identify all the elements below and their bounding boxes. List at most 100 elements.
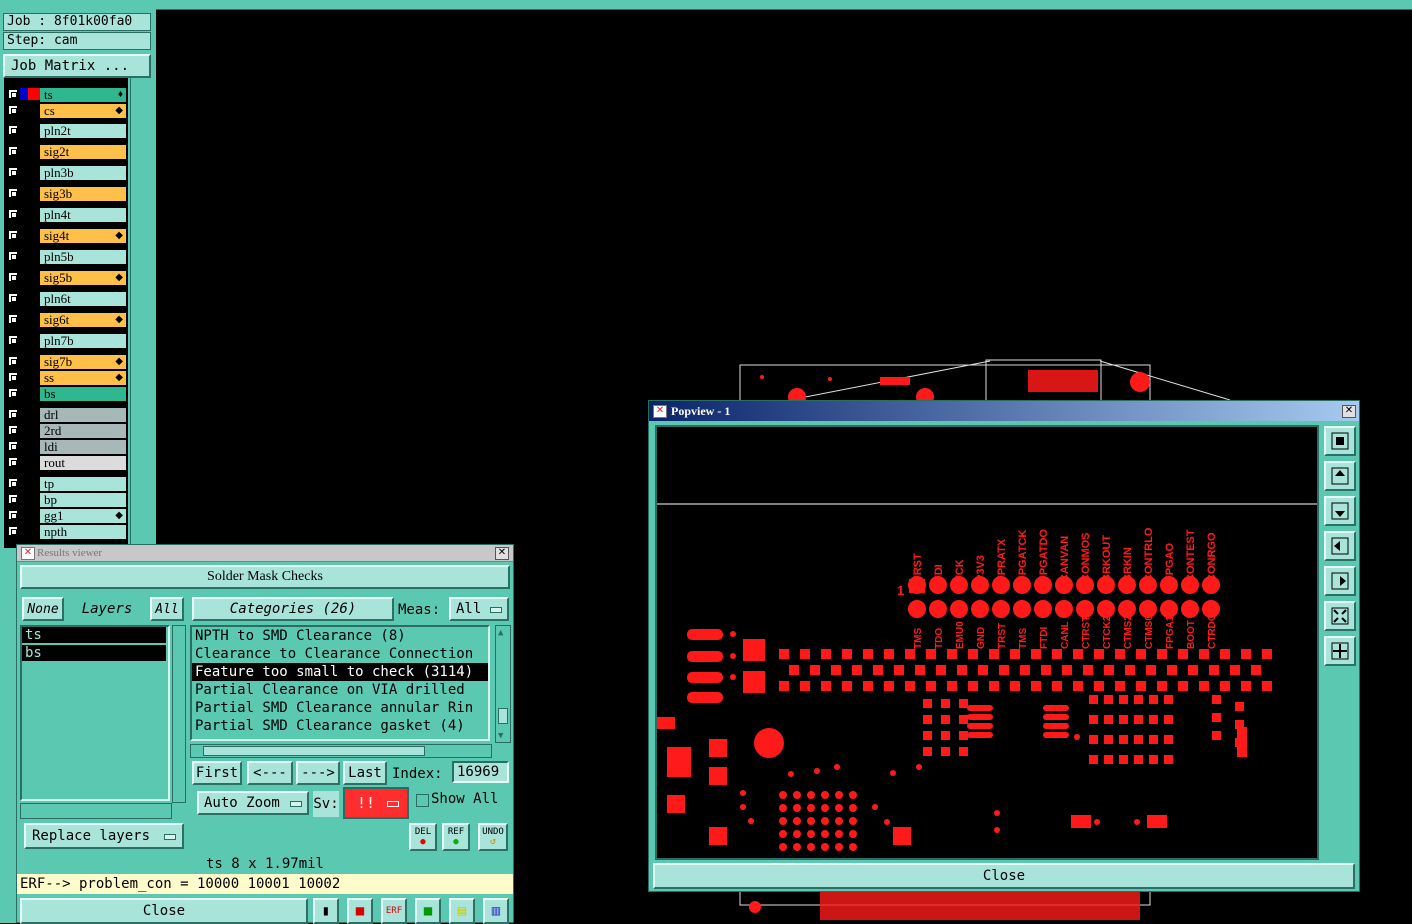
layer-checkbox[interactable] [8,89,18,99]
pan-left-icon[interactable] [1324,531,1356,561]
layer-name[interactable]: 2rd [40,424,126,438]
layer-name[interactable]: bp [40,493,126,507]
layers-listbox[interactable]: ts bs [20,625,170,801]
popview-close-icon[interactable]: ✕ [1342,405,1356,418]
layer-row-pln2t[interactable]: pln2t [4,124,126,139]
layer-name[interactable]: drl [40,408,126,422]
all-layers-button[interactable]: All [150,597,184,621]
first-button[interactable]: First [192,761,242,785]
layer-checkbox[interactable] [8,526,18,536]
zoom-fit-icon[interactable] [1324,426,1356,456]
popview-titlebar[interactable]: Popview - 1 [649,401,1359,421]
meas-select[interactable]: All [449,597,509,621]
layer-checkbox[interactable] [8,105,18,115]
selected-layer-item[interactable]: ts [22,627,166,643]
category-item[interactable]: NPTH to SMD Clearance (8) [192,627,488,645]
layer-name[interactable]: sig5b ◆ [40,271,126,285]
layer-row-ldi[interactable]: ldi [4,440,126,455]
erf-tool-icon[interactable]: ERF [381,898,407,924]
layer-name[interactable]: rout [40,456,126,470]
popview-menu-icon[interactable]: ✕ [653,405,667,418]
chart-tool-icon[interactable]: ▥ [483,898,509,924]
layer-name[interactable]: ss ◆ [40,371,126,385]
layer-name[interactable]: pln7b [40,334,126,348]
categories-hscrollbar[interactable] [190,744,492,758]
notes-tool-icon[interactable]: ▤ [449,898,475,924]
layer-row-ts[interactable]: ts ♦ [4,88,126,103]
layer-checkbox[interactable] [8,314,18,324]
show-all-checkbox[interactable] [416,794,429,807]
layers-vscrollbar[interactable] [172,625,186,803]
layer-list-scrollbar[interactable] [130,78,155,548]
layer-row-pln5b[interactable]: pln5b [4,250,126,265]
layer-name[interactable]: pln6t [40,292,126,306]
layer-row-sig3b[interactable]: sig3b [4,187,126,202]
severity-select[interactable]: !! [343,787,409,819]
layer-row-gg1[interactable]: gg1 ◆ [4,509,126,524]
layer-row-sig4t[interactable]: sig4t ◆ [4,229,126,244]
layer-row-bs[interactable]: bs [4,387,126,402]
category-item[interactable]: Partial SMD Clearance gasket (4) [192,717,488,735]
layer-name[interactable]: pln4t [40,208,126,222]
refresh-button[interactable]: REF ● [442,823,470,851]
last-button[interactable]: Last [343,761,387,785]
layer-row-cs[interactable]: cs ◆ [4,104,126,119]
zoom-in-icon[interactable] [1324,601,1356,631]
hscroll-thumb[interactable] [203,746,425,756]
layer-name[interactable]: cs ◆ [40,104,126,118]
layer-row-npth[interactable]: npth [4,525,126,540]
export-tool-icon[interactable]: ■ [415,898,441,924]
delete-button[interactable]: DEL ● [409,823,437,851]
pan-up-icon[interactable] [1324,461,1356,491]
job-matrix-button[interactable]: Job Matrix ... [3,54,151,78]
window-menu-icon[interactable]: ✕ [21,547,35,560]
undo-button[interactable]: UNDO ↺ [478,823,508,851]
categories-listbox[interactable]: NPTH to SMD Clearance (8) Clearance to Cl… [190,625,490,741]
layer-row-sig7b[interactable]: sig7b ◆ [4,355,126,370]
layer-row-sig5b[interactable]: sig5b ◆ [4,271,126,286]
layer-checkbox[interactable] [8,425,18,435]
layer-name[interactable]: sig3b [40,187,126,201]
category-item[interactable]: Partial SMD Clearance annular Rin [192,699,488,717]
scroll-up-icon[interactable]: ▲ [498,628,503,638]
layer-checkbox[interactable] [8,478,18,488]
layer-name[interactable]: pln3b [40,166,126,180]
layer-name[interactable]: pln5b [40,250,126,264]
layer-checkbox[interactable] [8,209,18,219]
layer-checkbox[interactable] [8,125,18,135]
scroll-thumb[interactable] [498,708,508,724]
layers-hscrollbar[interactable] [20,803,172,819]
close-window-icon[interactable]: ✕ [495,547,509,560]
layer-row-pln7b[interactable]: pln7b [4,334,126,349]
layer-name[interactable]: npth [40,525,126,539]
zoom-out-icon[interactable] [1324,636,1356,666]
category-item[interactable]: Partial Clearance on VIA drilled [192,681,488,699]
layer-name[interactable]: sig7b ◆ [40,355,126,369]
layer-row-sig6t[interactable]: sig6t ◆ [4,313,126,328]
scroll-down-icon[interactable]: ▼ [498,731,503,741]
layer-checkbox[interactable] [8,293,18,303]
index-input[interactable]: 16969 [452,761,509,783]
categories-vscrollbar[interactable]: ▲ ▼ [495,625,511,743]
results-viewer-titlebar[interactable]: Results viewer [17,545,513,562]
layer-name[interactable]: sig6t ◆ [40,313,126,327]
layer-row-ss[interactable]: ss ◆ [4,371,126,386]
layer-name[interactable]: ts ♦ [40,88,126,102]
layer-checkbox[interactable] [8,372,18,382]
layer-row-bp[interactable]: bp [4,493,126,508]
layer-row-pln3b[interactable]: pln3b [4,166,126,181]
layer-name[interactable]: ldi [40,440,126,454]
results-close-button[interactable]: Close [20,898,308,924]
popview-close-button[interactable]: Close [653,863,1355,889]
layer-checkbox[interactable] [8,441,18,451]
layer-name[interactable]: sig2t [40,145,126,159]
layer-checkbox[interactable] [8,457,18,467]
popview-canvas[interactable]: TRST TMS TDI TDO TCK EMU0 P3V3 GND FPRATX TRST FPG… [655,425,1319,860]
layer-checkbox[interactable] [8,251,18,261]
category-item[interactable]: Feature too small to check (3114) [192,663,488,681]
selected-layer-item[interactable]: bs [22,645,166,661]
layer-row-pln6t[interactable]: pln6t [4,292,126,307]
layer-name[interactable]: sig4t ◆ [40,229,126,243]
none-button[interactable]: None [22,597,64,621]
layer-checkbox[interactable] [8,335,18,345]
